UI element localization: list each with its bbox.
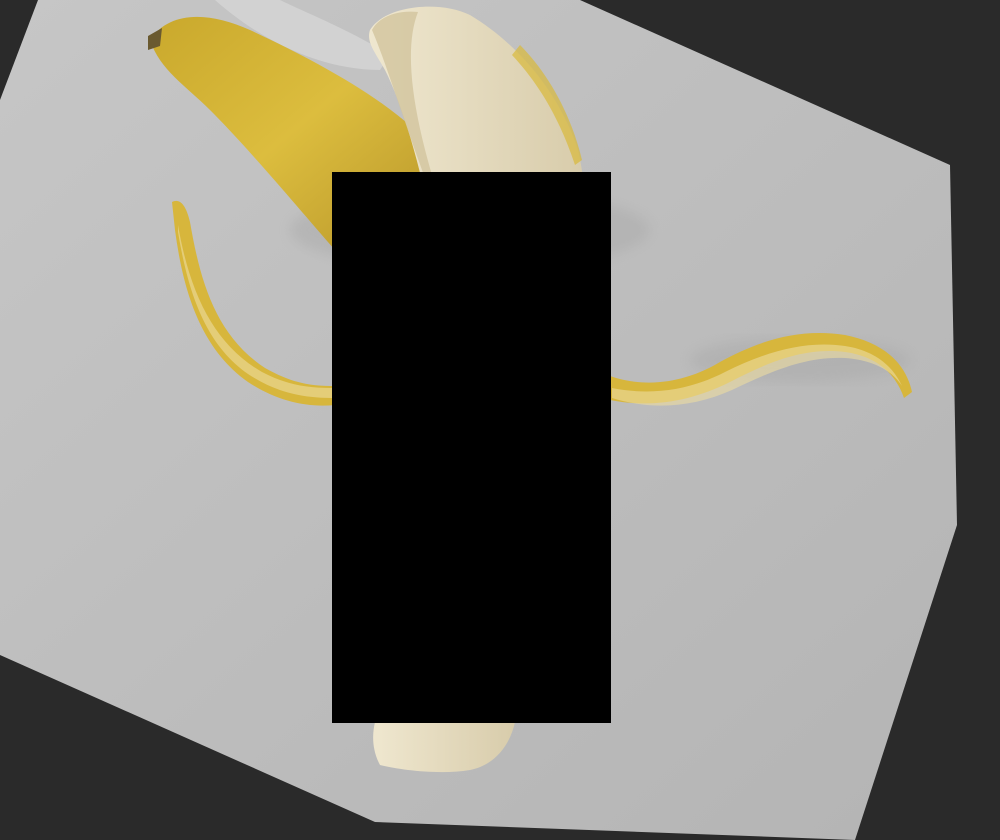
redaction-block [332,172,611,723]
photo-scene [0,0,957,840]
image-canvas [0,0,1000,840]
